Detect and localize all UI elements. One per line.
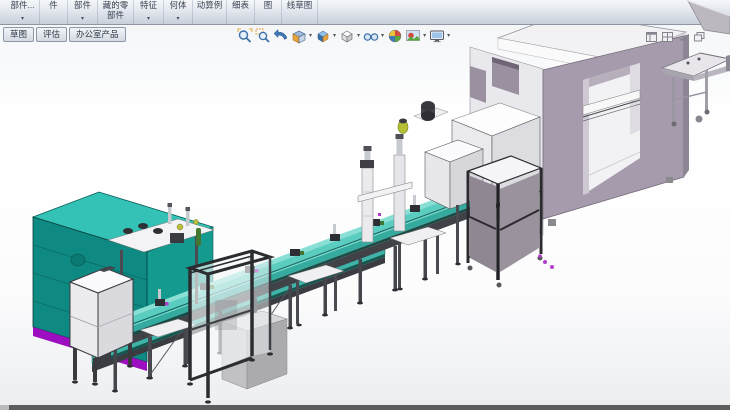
ribbon-button-reference-geometry[interactable]: 何体 ▾ bbox=[164, 0, 193, 24]
ribbon-button-label: 部件 bbox=[107, 11, 124, 21]
view-settings-icon[interactable] bbox=[429, 28, 445, 44]
ribbon-button-label: 部件 bbox=[74, 1, 91, 11]
ribbon-button-component-preview[interactable]: 部件 ▾ bbox=[68, 0, 98, 24]
ribbon-button-exploded-view[interactable]: 图 bbox=[255, 0, 282, 24]
ribbon-button-label: 何体 bbox=[169, 1, 186, 11]
ribbon-button-label: 图 bbox=[264, 1, 273, 11]
minimize-icon[interactable] bbox=[678, 29, 689, 47]
ribbon-button-label: 线草图 bbox=[287, 1, 313, 11]
ribbon-button-label: 特征 bbox=[140, 1, 157, 11]
ribbon-button-show-hidden-components[interactable]: 藏的零 部件 bbox=[98, 0, 134, 24]
dropdown-arrow-icon[interactable]: ▾ bbox=[309, 33, 312, 39]
dropdown-arrow-icon[interactable]: ▾ bbox=[21, 16, 24, 24]
tab-office-products[interactable]: 办公室产品 bbox=[69, 27, 126, 42]
zoom-to-fit-icon[interactable] bbox=[237, 28, 253, 44]
dropdown-arrow-icon[interactable]: ▾ bbox=[381, 33, 384, 39]
zoom-to-area-icon[interactable] bbox=[255, 28, 271, 44]
tile-windows-icon[interactable] bbox=[662, 29, 673, 47]
apply-scene-icon[interactable] bbox=[405, 28, 421, 44]
tab-evaluate[interactable]: 评估 bbox=[36, 27, 67, 42]
section-view-icon[interactable] bbox=[291, 28, 307, 44]
ribbon-button-label: 动算例 bbox=[197, 1, 223, 11]
view-orientation-icon[interactable] bbox=[315, 28, 331, 44]
dropdown-arrow-icon[interactable]: ▾ bbox=[333, 33, 336, 39]
ribbon-button-explode-line-sketch[interactable]: 线草图 bbox=[282, 0, 318, 24]
ribbon-button-bill-of-materials[interactable]: 细表 bbox=[227, 0, 255, 24]
bottom-bar-cap bbox=[0, 405, 9, 410]
dropdown-arrow-icon[interactable]: ▾ bbox=[423, 33, 426, 39]
ribbon-button-label: 件 bbox=[49, 1, 58, 11]
ribbon-button-motion-study[interactable]: 动算例 bbox=[193, 0, 227, 24]
viewport-3d[interactable] bbox=[0, 0, 730, 410]
previous-view-icon[interactable] bbox=[273, 28, 289, 44]
bottom-bar bbox=[0, 405, 730, 410]
dropdown-arrow-icon[interactable]: ▾ bbox=[447, 33, 450, 39]
tab-sketch[interactable]: 草图 bbox=[3, 27, 34, 42]
heads-up-view-toolbar: ▾ ▾ ▾ ▾ ▾ ▾ bbox=[237, 28, 451, 44]
ribbon-button-label: 部件... bbox=[10, 1, 34, 11]
ribbon-toolbar: 部件... ▾ 件 部件 ▾ 藏的零 部件 特征 ▾ 何体 ▾ 动算例 细表 图… bbox=[0, 0, 730, 25]
dropdown-arrow-icon[interactable]: ▾ bbox=[176, 16, 179, 24]
edit-appearance-icon[interactable] bbox=[387, 28, 403, 44]
restore-icon[interactable] bbox=[694, 29, 705, 47]
hide-show-items-icon[interactable] bbox=[363, 28, 379, 44]
window-pane-icon[interactable] bbox=[646, 29, 657, 47]
ribbon-button-label: 细表 bbox=[232, 1, 249, 11]
dropdown-arrow-icon[interactable]: ▾ bbox=[81, 16, 84, 24]
cad-application-window: { "app": {"description": "CAD assembly w… bbox=[0, 0, 730, 410]
window-controls bbox=[646, 29, 705, 47]
ribbon-button-mate[interactable]: 件 bbox=[40, 0, 68, 24]
cabinet-porthole bbox=[71, 254, 85, 266]
ribbon-button-insert-components[interactable]: 部件... ▾ bbox=[6, 0, 40, 24]
command-manager-tabs: 草图 评估 办公室产品 bbox=[3, 27, 126, 42]
ribbon-button-assembly-features[interactable]: 特征 ▾ bbox=[134, 0, 164, 24]
display-style-icon[interactable] bbox=[339, 28, 355, 44]
dropdown-arrow-icon[interactable]: ▾ bbox=[147, 16, 150, 24]
dropdown-arrow-icon[interactable]: ▾ bbox=[357, 33, 360, 39]
